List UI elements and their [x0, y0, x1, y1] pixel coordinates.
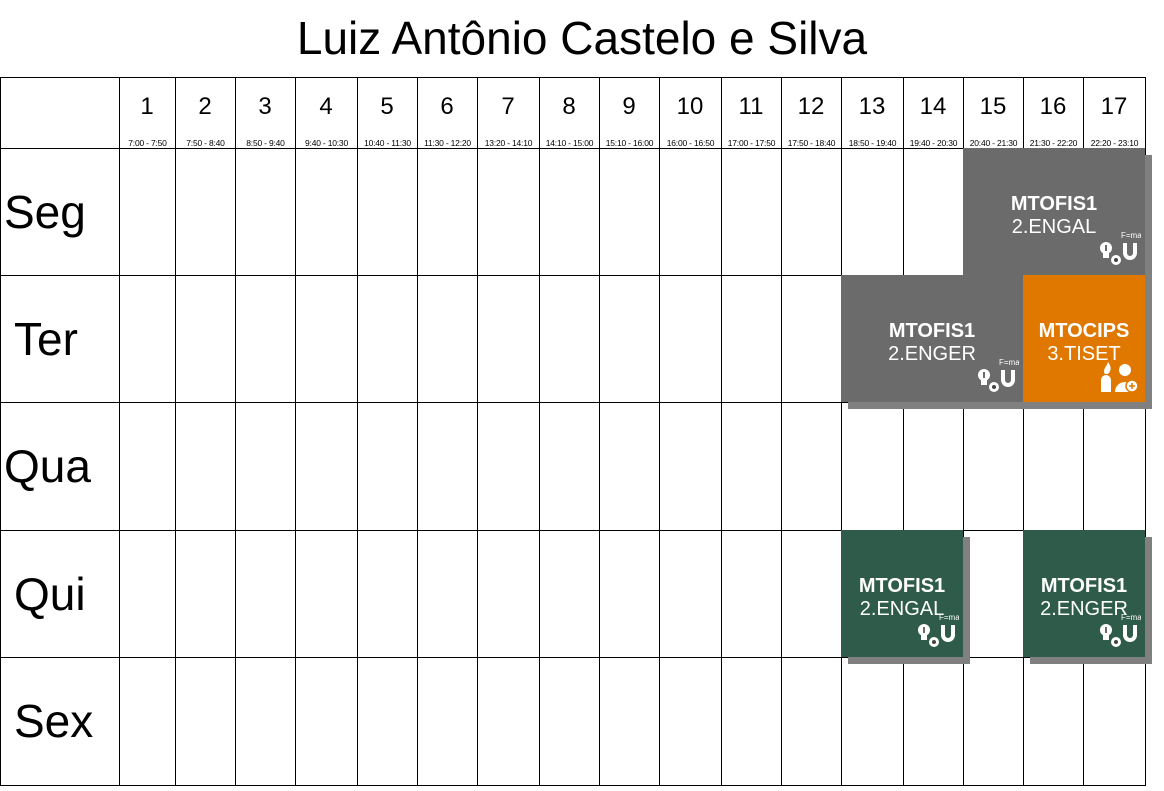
- grid-vline: [0, 77, 1, 786]
- class-block[interactable]: MTOFIS1 2.ENGAL F=ma: [841, 530, 963, 657]
- grid-vline: [781, 77, 782, 786]
- grid-hline: [0, 530, 1146, 531]
- grid-hline: [0, 657, 1146, 658]
- grid-vline: [599, 77, 600, 786]
- safety-icon: [1095, 360, 1141, 399]
- period-number: 4: [319, 93, 333, 120]
- course-code: MTOFIS1: [858, 575, 946, 597]
- grid-vline: [721, 77, 722, 786]
- period-time: 15:10 - 16:00: [605, 138, 654, 148]
- grid-vline: [841, 77, 842, 786]
- grid-vline: [539, 77, 540, 786]
- period-time: 8:50 - 9:40: [246, 138, 285, 148]
- svg-text:F=ma: F=ma: [1121, 231, 1141, 240]
- period-number: 13: [858, 93, 886, 120]
- period-time: 11:30 - 12:20: [424, 138, 471, 148]
- grid-vline: [295, 77, 296, 786]
- period-number: 9: [622, 93, 636, 120]
- period-time: 17:00 - 17:50: [727, 138, 776, 148]
- class-block[interactable]: MTOFIS1 2.ENGER F=ma: [1023, 530, 1145, 657]
- grid-hline: [0, 77, 1146, 78]
- period-time: 21:30 - 22:20: [1029, 138, 1078, 148]
- day-label-seg: Seg: [4, 185, 86, 238]
- day-label-sex: Sex: [14, 695, 94, 747]
- day-label-qui: Qui: [14, 567, 86, 620]
- period-number: 8: [562, 93, 576, 120]
- period-number: 6: [440, 93, 454, 120]
- day-label-qua: Qua: [4, 440, 91, 492]
- svg-text:F=ma: F=ma: [1121, 613, 1141, 622]
- grid-vline: [119, 77, 120, 786]
- class-block[interactable]: MTOFIS1 2.ENGAL F=ma: [963, 148, 1145, 275]
- course-code: MTOCIPS: [1038, 320, 1130, 342]
- period-number: 17: [1100, 93, 1128, 120]
- schedule-grid: 1 7:00 - 7:50 2 7:50 - 8:40 3 8:50 - 9:40 4 9:4…: [0, 0, 1164, 791]
- grid-hline: [0, 785, 1146, 786]
- period-number: 7: [501, 93, 515, 120]
- grid-vline: [659, 77, 660, 786]
- period-time: 17:50 - 18:40: [787, 138, 836, 148]
- period-number: 14: [919, 93, 947, 120]
- grid-vline: [477, 77, 478, 786]
- course-code: MTOFIS1: [888, 320, 976, 342]
- physics-icon: F=ma: [1095, 231, 1142, 272]
- day-label-ter: Ter: [14, 312, 78, 365]
- period-time: 7:50 - 8:40: [186, 138, 225, 148]
- period-time: 20:40 - 21:30: [969, 138, 1018, 148]
- grid-vline: [175, 77, 176, 786]
- svg-text:F=ma: F=ma: [939, 613, 959, 622]
- course-code: MTOFIS1: [1010, 193, 1098, 215]
- period-number: 15: [979, 93, 1007, 120]
- physics-icon: F=ma: [913, 613, 960, 654]
- class-block[interactable]: MTOFIS1 2.ENGER F=ma: [841, 275, 1023, 402]
- grid-vline: [357, 77, 358, 786]
- grid-vline: [235, 77, 236, 786]
- period-time: 19:40 - 20:30: [909, 138, 958, 148]
- period-number: 12: [797, 93, 825, 120]
- physics-icon: F=ma: [973, 358, 1020, 399]
- period-number: 5: [380, 93, 394, 120]
- period-number: 11: [738, 93, 764, 120]
- period-number: 16: [1039, 93, 1067, 120]
- period-time: 18:50 - 19:40: [848, 138, 897, 148]
- period-number: 3: [258, 93, 272, 120]
- grid-vline: [903, 77, 904, 786]
- period-time: 10:40 - 11:30: [364, 138, 411, 148]
- course-code: MTOFIS1: [1040, 575, 1128, 597]
- period-time: 14:10 - 15:00: [545, 138, 594, 148]
- period-number: 1: [140, 93, 154, 120]
- class-block[interactable]: MTOCIPS 3.TISET: [1023, 275, 1145, 402]
- grid-vline: [417, 77, 418, 786]
- period-time: 22:20 - 23:10: [1090, 138, 1139, 148]
- period-time: 13:20 - 14:10: [484, 138, 533, 148]
- period-time: 16:00 - 16:50: [666, 138, 715, 148]
- period-number: 2: [198, 93, 212, 120]
- period-time: 7:00 - 7:50: [128, 138, 167, 148]
- period-number: 10: [676, 93, 704, 120]
- svg-text:F=ma: F=ma: [999, 358, 1019, 367]
- period-time: 9:40 - 10:30: [305, 138, 348, 148]
- physics-icon: F=ma: [1095, 613, 1142, 654]
